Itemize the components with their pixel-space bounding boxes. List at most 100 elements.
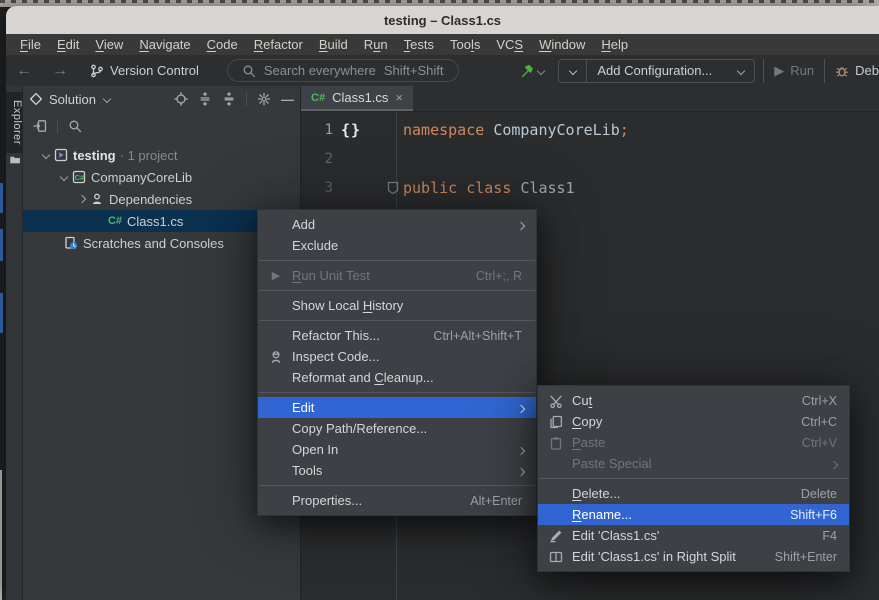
edit-icon	[546, 529, 566, 543]
braces-inlay-icon[interactable]: {}	[341, 116, 361, 145]
code-line-2[interactable]: 2	[301, 145, 879, 174]
folder-icon[interactable]	[9, 154, 21, 166]
build-button[interactable]	[520, 64, 534, 78]
menubar-item-vcs[interactable]: VCS	[488, 34, 531, 55]
expand-all-icon[interactable]	[198, 92, 212, 106]
menu-item-label: Open In	[292, 442, 338, 457]
paste-icon	[546, 436, 566, 450]
menu-item-add[interactable]: Add	[258, 214, 536, 235]
code-line-3[interactable]: 3public class Class1	[301, 174, 879, 203]
search-shortcut: Shift+Shift	[384, 63, 444, 78]
menu-item-label: Cut	[572, 393, 592, 408]
tool-window-stripe: Explorer	[6, 86, 23, 600]
configuration-chevron-button[interactable]	[559, 60, 587, 82]
menu-item-edit-class1-cs-in-right-split[interactable]: Edit 'Class1.cs' in Right SplitShift+Ent…	[538, 546, 849, 567]
menu-item-reformat-and-cleanup[interactable]: Reformat and Cleanup...	[258, 367, 536, 388]
code-line-1[interactable]: 1{}namespace CompanyCoreLib;	[301, 116, 879, 145]
solution-panel-header: Solution —	[23, 86, 300, 112]
menu-item-cut[interactable]: CutCtrl+X	[538, 390, 849, 411]
menubar-item-build[interactable]: Build	[311, 34, 356, 55]
menubar-item-edit[interactable]: Edit	[49, 34, 87, 55]
menu-item-label: Show Local History	[292, 298, 403, 313]
menubar-item-file[interactable]: File	[12, 34, 49, 55]
window-title: testing – Class1.cs	[384, 13, 501, 28]
scroll-from-source-icon[interactable]	[33, 119, 47, 133]
solution-view-selector[interactable]: Solution	[49, 92, 96, 107]
menubar-item-window[interactable]: Window	[531, 34, 593, 55]
run-button[interactable]: ▶ Run	[763, 59, 814, 83]
menu-item-tools[interactable]: Tools	[258, 460, 536, 481]
menu-separator	[259, 260, 535, 261]
menu-item-label: Tools	[292, 463, 322, 478]
run-icon: ▶	[774, 63, 784, 79]
tree-item-dependencies[interactable]: Dependencies	[23, 188, 300, 210]
menu-item-copy[interactable]: CopyCtrl+C	[538, 411, 849, 432]
chevron-down-icon[interactable]	[39, 152, 53, 158]
menubar-item-run[interactable]: Run	[356, 34, 396, 55]
run-configuration-select[interactable]: Add Configuration...	[587, 63, 754, 78]
menu-item-exclude[interactable]: Exclude	[258, 235, 536, 256]
menu-item-properties[interactable]: Properties...Alt+Enter	[258, 490, 536, 511]
search-icon	[242, 64, 256, 78]
menubar-item-help[interactable]: Help	[593, 34, 636, 55]
solution-icon	[53, 148, 69, 162]
menu-separator	[259, 320, 535, 321]
chevron-down-icon[interactable]	[57, 174, 71, 180]
menubar-item-refactor[interactable]: Refactor	[246, 34, 311, 55]
code-text: namespace CompanyCoreLib;	[403, 116, 629, 145]
search-everywhere-field[interactable]: Search everywhere Shift+Shift	[227, 59, 459, 82]
fold-marker-icon[interactable]	[387, 181, 399, 195]
tree-item-label: Dependencies	[109, 192, 192, 207]
menu-item-delete[interactable]: Delete...Delete	[538, 483, 849, 504]
line-number: 3	[301, 174, 333, 203]
toolbar-separator	[246, 92, 247, 106]
solution-view-caret-icon[interactable]	[103, 95, 111, 103]
menu-item-open-in[interactable]: Open In	[258, 439, 536, 460]
menu-item-shortcut: Shift+F6	[790, 508, 837, 522]
collapse-all-icon[interactable]	[222, 92, 236, 106]
solution-panel-toolbar	[23, 112, 300, 140]
menu-item-show-local-history[interactable]: Show Local History	[258, 295, 536, 316]
csharp-project-icon: C#	[71, 170, 87, 184]
search-tree-icon[interactable]	[68, 119, 82, 133]
menu-item-label: Exclude	[292, 238, 338, 253]
hide-panel-icon[interactable]: —	[281, 92, 294, 107]
window-titlebar[interactable]: testing – Class1.cs	[6, 6, 879, 34]
menu-item-rename[interactable]: Rename...Shift+F6	[538, 504, 849, 525]
menu-item-copy-path-reference[interactable]: Copy Path/Reference...	[258, 418, 536, 439]
build-dropdown-icon[interactable]	[537, 66, 545, 74]
menu-item-shortcut: Ctrl+Alt+Shift+T	[433, 329, 522, 343]
run-icon: ▶	[266, 269, 286, 282]
menu-item-shortcut: Shift+Enter	[775, 550, 837, 564]
background-light-edge	[0, 470, 2, 600]
chevron-right-icon[interactable]	[75, 196, 89, 202]
locate-file-icon[interactable]	[174, 92, 188, 106]
menubar-item-view[interactable]: View	[87, 34, 131, 55]
explorer-tool-window-button[interactable]: Explorer	[6, 92, 23, 153]
menu-item-label: Edit	[292, 400, 314, 415]
menubar-item-code[interactable]: Code	[199, 34, 246, 55]
menubar-item-navigate[interactable]: Navigate	[131, 34, 198, 55]
menubar-item-tests[interactable]: Tests	[396, 34, 442, 55]
back-button[interactable]: ←	[6, 62, 42, 80]
tree-item-testing[interactable]: testing · 1 project	[23, 144, 300, 166]
menu-item-edit-class1-cs[interactable]: Edit 'Class1.cs'F4	[538, 525, 849, 546]
forward-button[interactable]: →	[42, 62, 78, 80]
menu-item-inspect-code[interactable]: Inspect Code...	[258, 346, 536, 367]
menu-item-paste-special: Paste Special	[538, 453, 849, 474]
submenu-arrow-icon	[831, 456, 837, 471]
git-branch-icon	[90, 64, 104, 78]
gear-icon[interactable]	[257, 92, 271, 106]
version-control-widget[interactable]: Version Control	[90, 63, 199, 78]
tab-class1-cs[interactable]: C# Class1.cs ×	[301, 86, 413, 111]
debug-button[interactable]: Deb	[824, 59, 879, 83]
close-icon[interactable]: ×	[395, 90, 403, 105]
menu-item-shortcut: Ctrl+V	[802, 436, 837, 450]
menu-item-label: Refactor This...	[292, 328, 380, 343]
tree-item-companycorelib[interactable]: C#CompanyCoreLib	[23, 166, 300, 188]
menu-item-refactor-this[interactable]: Refactor This... Ctrl+Alt+Shift+T	[258, 325, 536, 346]
menu-item-edit[interactable]: Edit	[258, 397, 536, 418]
build-hammer-icon	[520, 64, 534, 78]
menu-item-label: Paste Special	[572, 456, 652, 471]
menubar-item-tools[interactable]: Tools	[442, 34, 488, 55]
